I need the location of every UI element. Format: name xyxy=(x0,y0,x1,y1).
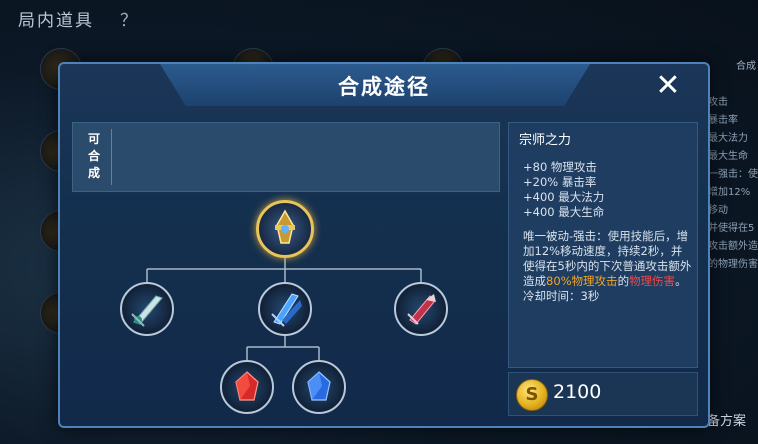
master-force-icon[interactable] xyxy=(256,200,314,258)
gold-coin-icon: S xyxy=(516,379,548,411)
price-panel: S 2100 xyxy=(508,372,698,416)
blue-crystal-icon[interactable] xyxy=(292,360,346,414)
passive-highlight: 80%物理攻击 xyxy=(546,274,618,288)
bg-side-text: 攻击 暴击率 最大法力 最大生命 一强击：使 增加12%移动 并使得在5 攻击额… xyxy=(708,97,758,270)
background-title: 局内道具 xyxy=(18,11,94,31)
item-name: 宗师之力 xyxy=(519,133,572,148)
synthesis-dialog: 合成途径 ✕ 可合成 宗师之力 +80 物理攻击 +20% 暴击率 +400 最… xyxy=(58,62,710,428)
red-crystal-icon[interactable] xyxy=(220,360,274,414)
item-info-panel: 宗师之力 +80 物理攻击 +20% 暴击率 +400 最大法力 +400 最大… xyxy=(508,122,698,368)
item-passive: 唯一被动-强击：使用技能后，增加12%移动速度，持续2秒，并使得在5秒内的下次普… xyxy=(523,229,692,303)
stat-line: +400 最大法力 xyxy=(523,190,605,204)
bg-side-synth: 合成 xyxy=(736,61,756,72)
help-icon[interactable]: ？ xyxy=(120,6,137,31)
stat-line: +400 最大生命 xyxy=(523,205,605,219)
dialog-header: 合成途径 ✕ xyxy=(60,64,708,110)
item-price: 2100 xyxy=(553,381,602,403)
stat-line: +20% 暴击率 xyxy=(523,175,597,189)
passive-damage-type: 物理伤害 xyxy=(629,274,676,288)
dialog-title: 合成途径 xyxy=(338,75,430,99)
craftable-label: 可合成 xyxy=(87,132,100,180)
close-icon[interactable]: ✕ xyxy=(648,66,688,106)
craftable-strip: 可合成 xyxy=(72,122,500,192)
iron-sword-icon[interactable] xyxy=(120,282,174,336)
blue-blade-icon[interactable] xyxy=(258,282,312,336)
stat-line: +80 物理攻击 xyxy=(523,160,597,174)
craftable-divider xyxy=(111,129,112,185)
red-shard-icon[interactable] xyxy=(394,282,448,336)
item-stats: +80 物理攻击 +20% 暴击率 +400 最大法力 +400 最大生命 xyxy=(523,160,604,220)
